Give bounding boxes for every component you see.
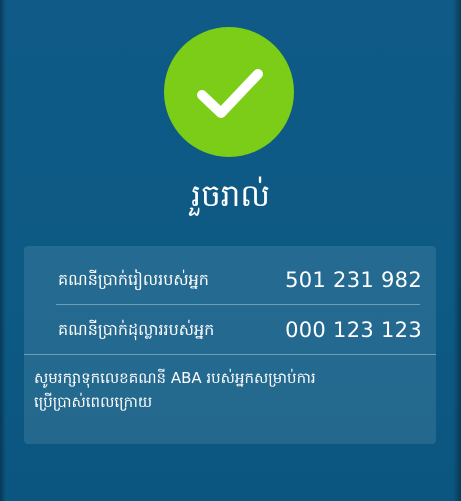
- check-icon: [197, 69, 263, 118]
- note-line-1: សូមរក្សាទុកលេខគណនី ABA របស់អ្នកសម្រាប់កា…: [34, 369, 316, 387]
- success-screen: រួចរាល់ គណនីប្រាក់រៀលរបស់អ្នក 501 231 98…: [0, 0, 461, 501]
- account-info-card: គណនីប្រាក់រៀលរបស់អ្នក 501 231 982 គណនីប្…: [24, 246, 436, 444]
- dollar-account-label: គណនីប្រាក់ដុល្លាររបស់អ្នក: [58, 320, 215, 339]
- success-badge: [164, 27, 294, 157]
- riel-account-label: គណនីប្រាក់រៀលរបស់អ្នក: [58, 270, 209, 289]
- dollar-account-number: 000 123 123: [285, 318, 422, 342]
- right-edge-shadow: [453, 0, 461, 501]
- riel-account-number: 501 231 982: [285, 268, 422, 292]
- left-edge-shadow: [0, 0, 6, 501]
- dollar-account-row: គណនីប្រាក់ដុល្លាររបស់អ្នក 000 123 123: [24, 302, 436, 358]
- riel-account-row: គណនីប្រាក់រៀលរបស់អ្នក 501 231 982: [24, 252, 436, 308]
- note-line-2: ប្រើប្រាស់ពេលក្រោយ: [34, 393, 153, 411]
- status-title: រួចរាល់: [191, 178, 270, 214]
- section-divider: [24, 354, 436, 355]
- save-account-note: សូមរក្សាទុកលេខគណនី ABA របស់អ្នកសម្រាប់កា…: [34, 366, 394, 414]
